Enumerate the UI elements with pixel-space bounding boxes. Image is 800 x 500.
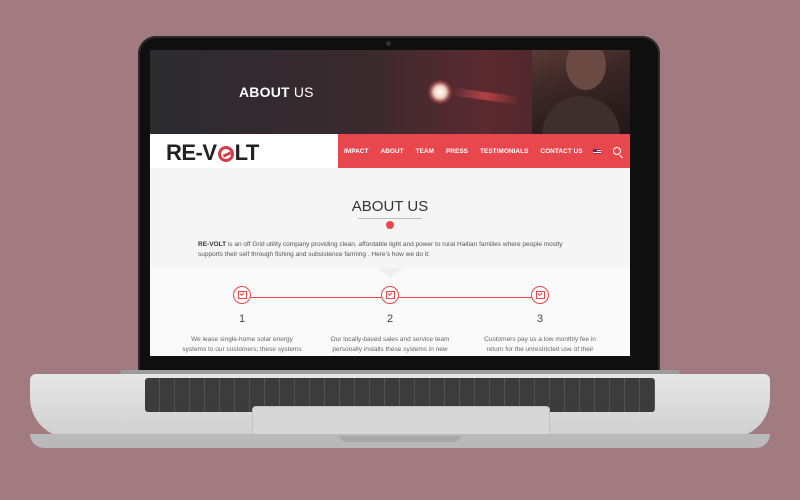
step-2-number: 2	[386, 313, 394, 325]
step-3-number: 3	[536, 313, 544, 325]
step-1-circle	[233, 286, 251, 304]
checkbox-icon	[535, 291, 545, 299]
hero-title-light: US	[293, 84, 314, 100]
website-screen: ABOUT US RE-V LT IMPACT ABOUT TEAM PRESS …	[150, 50, 630, 356]
intro-brand: RE-VOLT	[198, 241, 227, 248]
bolt-mark-icon	[386, 221, 394, 229]
nav-item-testimonials[interactable]: TESTIMONIALS	[474, 148, 534, 155]
step-2: 2 Our locally-based sales and service te…	[330, 286, 450, 355]
hero-title: ABOUT US	[239, 84, 314, 100]
lamp-light-decoration	[428, 80, 452, 104]
hero-banner	[150, 50, 630, 134]
step-3-text: Customers pay us a low monthly fee in re…	[484, 336, 596, 353]
section-title: ABOUT US	[351, 198, 429, 215]
step-2-circle	[381, 286, 399, 304]
site-logo[interactable]: RE-V LT	[166, 140, 259, 166]
checkbox-icon	[385, 291, 395, 299]
step-1-text: We lease single-home solar energy system…	[182, 336, 302, 353]
hero-title-bold: ABOUT	[239, 84, 290, 100]
us-flag-icon[interactable]	[592, 148, 601, 154]
logo-o-icon	[217, 146, 234, 162]
step-2-text: Our locally-based sales and service team…	[330, 336, 450, 353]
nav-item-press[interactable]: PRESS	[440, 148, 474, 155]
laptop-trackpad	[252, 406, 550, 436]
main-navigation: IMPACT ABOUT TEAM PRESS TESTIMONIALS CON…	[338, 134, 630, 168]
nav-item-about[interactable]: ABOUT	[374, 148, 409, 155]
intro-paragraph: RE-VOLT is an off Grid utility company p…	[198, 240, 584, 260]
step-1: 1 We lease single-home solar energy syst…	[182, 286, 302, 356]
step-1-number: 1	[238, 313, 246, 325]
step-3: 3 Customers pay us a low monthly fee in …	[480, 286, 600, 356]
logo-text-right: LT	[234, 140, 260, 165]
nav-item-impact[interactable]: IMPACT	[338, 148, 374, 155]
light-streak-decoration	[449, 87, 521, 105]
nav-item-contact-us[interactable]: CONTACT US	[534, 148, 588, 155]
webcam-icon	[386, 41, 391, 46]
title-divider	[358, 218, 422, 219]
intro-text: is an off Grid utility company providing…	[198, 241, 563, 258]
step-3-circle	[531, 286, 549, 304]
nav-item-team[interactable]: TEAM	[410, 148, 440, 155]
logo-text-left: RE-V	[166, 140, 217, 165]
search-icon[interactable]	[612, 147, 621, 155]
laptop-front-notch	[340, 436, 460, 442]
checkbox-icon	[237, 291, 247, 299]
section-notch	[378, 268, 402, 278]
hero-person-image	[532, 50, 630, 134]
laptop-mockup: ABOUT US RE-V LT IMPACT ABOUT TEAM PRESS …	[0, 0, 800, 500]
